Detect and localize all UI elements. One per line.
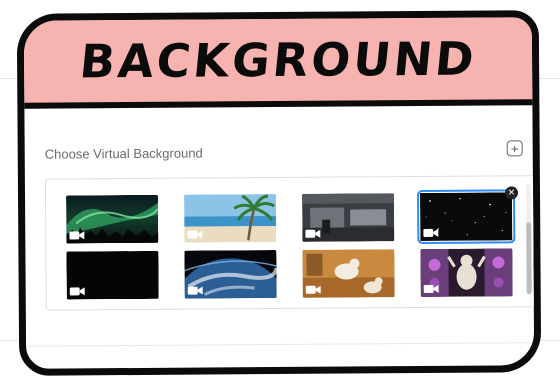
grid-scrollbar[interactable] bbox=[525, 184, 532, 295]
background-grid: ✕ bbox=[44, 175, 538, 311]
video-camera-icon bbox=[187, 230, 203, 239]
section-divider bbox=[26, 342, 535, 347]
background-thumb-dogs[interactable] bbox=[302, 249, 395, 298]
video-camera-icon bbox=[423, 228, 439, 237]
video-camera-icon bbox=[305, 229, 321, 238]
scrollbar-thumb[interactable] bbox=[526, 222, 532, 295]
background-thumb-aurora[interactable] bbox=[66, 194, 159, 244]
background-thumb-black[interactable] bbox=[66, 250, 159, 300]
video-camera-icon bbox=[69, 287, 85, 296]
background-card: BACKGROUND Choose Virtual Background + ✕ bbox=[16, 10, 542, 376]
choose-background-label: Choose Virtual Background bbox=[44, 145, 203, 162]
background-thumb-cat-party[interactable] bbox=[420, 248, 513, 298]
remove-background-close-icon[interactable]: ✕ bbox=[504, 186, 519, 200]
background-thumb-starfield[interactable]: ✕ bbox=[416, 186, 519, 245]
plus-icon: + bbox=[510, 140, 519, 156]
background-thumb-hangar[interactable] bbox=[302, 193, 395, 242]
background-thumb-beach[interactable] bbox=[184, 194, 277, 243]
video-camera-icon bbox=[423, 284, 439, 293]
background-thumb-earth[interactable] bbox=[184, 250, 277, 299]
add-background-button[interactable]: + bbox=[506, 140, 523, 157]
video-camera-icon bbox=[305, 285, 321, 294]
video-camera-icon bbox=[69, 231, 85, 240]
title-banner: BACKGROUND bbox=[23, 17, 533, 109]
banner-title: BACKGROUND bbox=[77, 31, 479, 89]
video-camera-icon bbox=[187, 286, 203, 295]
